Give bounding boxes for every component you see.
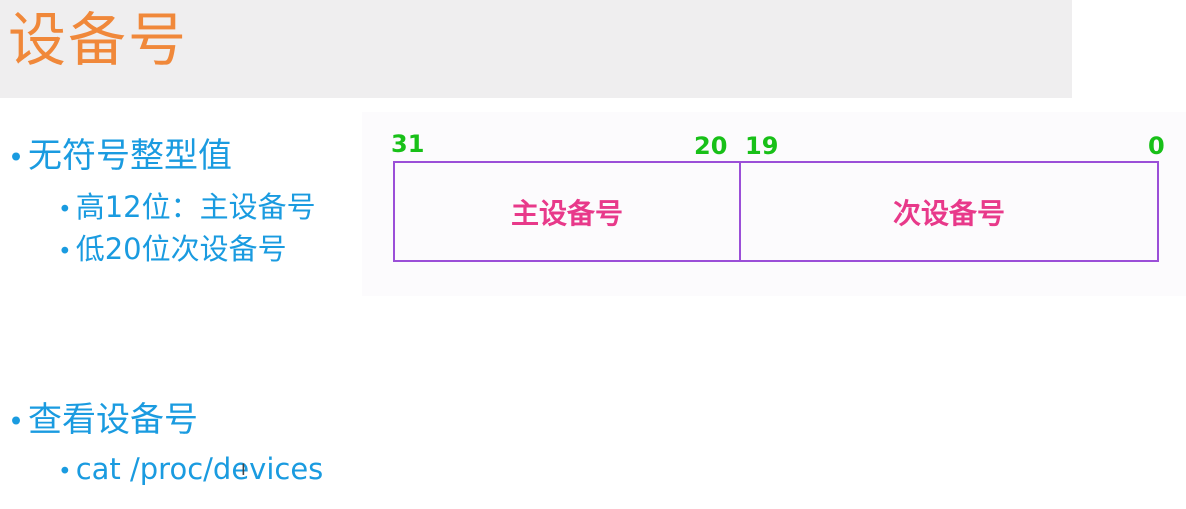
bullet-cat-proc-devices: • cat /proc/devices — [58, 452, 323, 489]
bullet-text: 查看设备号 — [28, 400, 199, 440]
bullet-text: 无符号整型值 — [28, 136, 233, 176]
bullet-dot-icon: • — [58, 196, 72, 223]
bullet-unsigned-int: • 无符号整型值 — [8, 136, 232, 179]
bullet-text: 高12位：主设备号 — [75, 190, 316, 224]
bullet-text: cat /proc/devices — [75, 452, 324, 486]
bullet-dot-icon: • — [58, 238, 72, 265]
major-number-field: 主设备号 — [393, 161, 741, 262]
minor-number-field: 次设备号 — [739, 161, 1159, 262]
bullet-dot-icon: • — [8, 143, 25, 174]
major-number-label: 主设备号 — [510, 196, 623, 230]
title-bar: 设备号 — [0, 0, 1072, 98]
bullet-high-12-bits: • 高12位：主设备号 — [58, 190, 316, 227]
bit-label-0: 0 — [1148, 132, 1165, 160]
bit-label-20: 20 — [694, 132, 728, 160]
page-title: 设备号 — [8, 6, 189, 74]
bullet-text: 低20位次设备号 — [75, 232, 287, 266]
bullet-dot-icon: • — [58, 458, 72, 485]
bullet-dot-icon: • — [8, 407, 25, 438]
minor-number-label: 次设备号 — [892, 196, 1005, 230]
bit-label-19: 19 — [745, 132, 779, 160]
text-cursor-icon: I — [241, 460, 246, 479]
bullet-low-20-bits: • 低20位次设备号 — [58, 232, 287, 269]
bit-label-31: 31 — [391, 130, 425, 158]
bullet-view-device-number: • 查看设备号 — [8, 400, 198, 443]
